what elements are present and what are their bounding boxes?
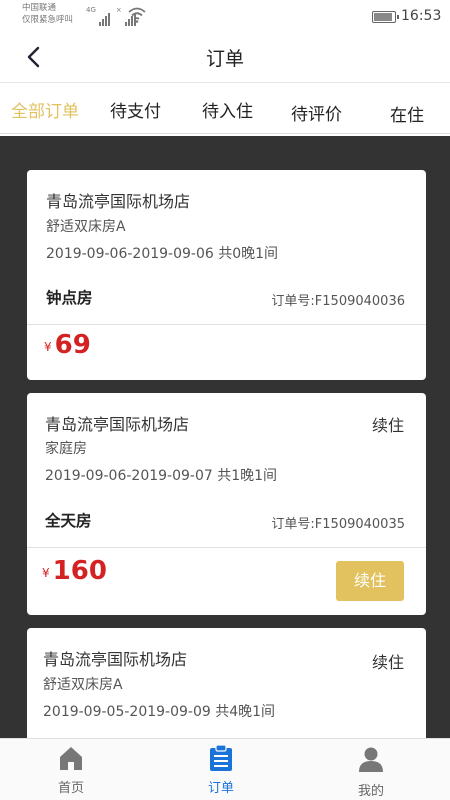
order-number: 订单号:F1509040035: [271, 517, 405, 532]
hotel-name: 青岛流亭国际机场店: [43, 650, 188, 669]
tab-pending-review[interactable]: 待评价: [291, 100, 342, 125]
nav-home[interactable]: 首页: [26, 739, 116, 800]
card-divider: [27, 547, 426, 548]
status-time: 16:53: [401, 8, 442, 24]
nav-profile-label: 我的: [357, 784, 384, 799]
title-bar: 订单: [0, 33, 450, 83]
hotel-name: 青岛流亭国际机场店: [46, 192, 191, 211]
tab-pending-payment[interactable]: 待支付: [110, 97, 161, 122]
no-service-label: ×: [115, 6, 122, 14]
room-type: 家庭房: [45, 441, 87, 457]
booking-type: 全天房: [45, 512, 92, 530]
nav-profile[interactable]: 我的: [326, 739, 416, 800]
nav-home-label: 首页: [57, 781, 84, 796]
renew-link[interactable]: 续住: [372, 649, 404, 673]
status-bar: 中国联通 仅限紧急呼叫 4G × 16:53: [0, 0, 450, 33]
tab-pending-checkin[interactable]: 待入住: [202, 97, 253, 122]
order-number: 订单号:F1509040036: [271, 294, 405, 309]
nav-orders[interactable]: 订单: [176, 739, 266, 800]
hotel-name: 青岛流亭国际机场店: [45, 415, 190, 434]
order-card[interactable]: 青岛流亭国际机场店 续住 舒适双床房A 2019-09-05-2019-09-0…: [27, 628, 426, 738]
renew-link[interactable]: 续住: [372, 412, 404, 436]
booking-type: 钟点房: [46, 289, 93, 307]
home-icon: [60, 747, 82, 770]
carrier-info: 中国联通 仅限紧急呼叫: [22, 2, 73, 26]
order-icon: [210, 744, 232, 771]
order-status-tabs: 全部订单 待支付 待入住 待评价 在住: [0, 86, 450, 134]
order-list: 青岛流亭国际机场店 舒适双床房A 2019-09-06-2019-09-06 共…: [0, 136, 450, 738]
nav-orders-label: 订单: [207, 781, 234, 796]
user-icon: [359, 747, 383, 772]
order-price: ¥69: [44, 330, 91, 360]
order-price: ¥160: [42, 556, 107, 586]
room-type: 舒适双床房A: [43, 677, 123, 693]
carrier-status: 仅限紧急呼叫: [22, 15, 74, 25]
stay-dates: 2019-09-05-2019-09-09 共4晚1间: [43, 704, 276, 720]
currency-symbol: ¥: [44, 340, 52, 354]
card-divider: [27, 324, 426, 325]
price-amount: 69: [54, 330, 91, 360]
bottom-navigation: 首页 订单 我的: [0, 738, 450, 800]
stay-dates: 2019-09-06-2019-09-06 共0晚1间: [46, 246, 279, 262]
price-amount: 160: [52, 556, 107, 586]
tab-staying[interactable]: 在住: [390, 101, 424, 126]
page-title: 订单: [205, 48, 244, 70]
tab-all-orders[interactable]: 全部订单: [11, 97, 79, 122]
stay-dates: 2019-09-06-2019-09-07 共1晚1间: [45, 468, 278, 484]
network-type-label: 4G: [86, 6, 96, 14]
carrier-name: 中国联通: [22, 3, 57, 13]
currency-symbol: ¥: [42, 566, 50, 580]
order-card[interactable]: 青岛流亭国际机场店 续住 家庭房 2019-09-06-2019-09-07 共…: [27, 393, 426, 615]
order-card[interactable]: 青岛流亭国际机场店 舒适双床房A 2019-09-06-2019-09-06 共…: [27, 170, 426, 380]
signal-icon: [98, 13, 110, 26]
room-type: 舒适双床房A: [46, 219, 126, 235]
wifi-icon: [128, 7, 146, 23]
battery-icon: [372, 11, 399, 23]
renew-button[interactable]: 续住: [336, 561, 404, 601]
